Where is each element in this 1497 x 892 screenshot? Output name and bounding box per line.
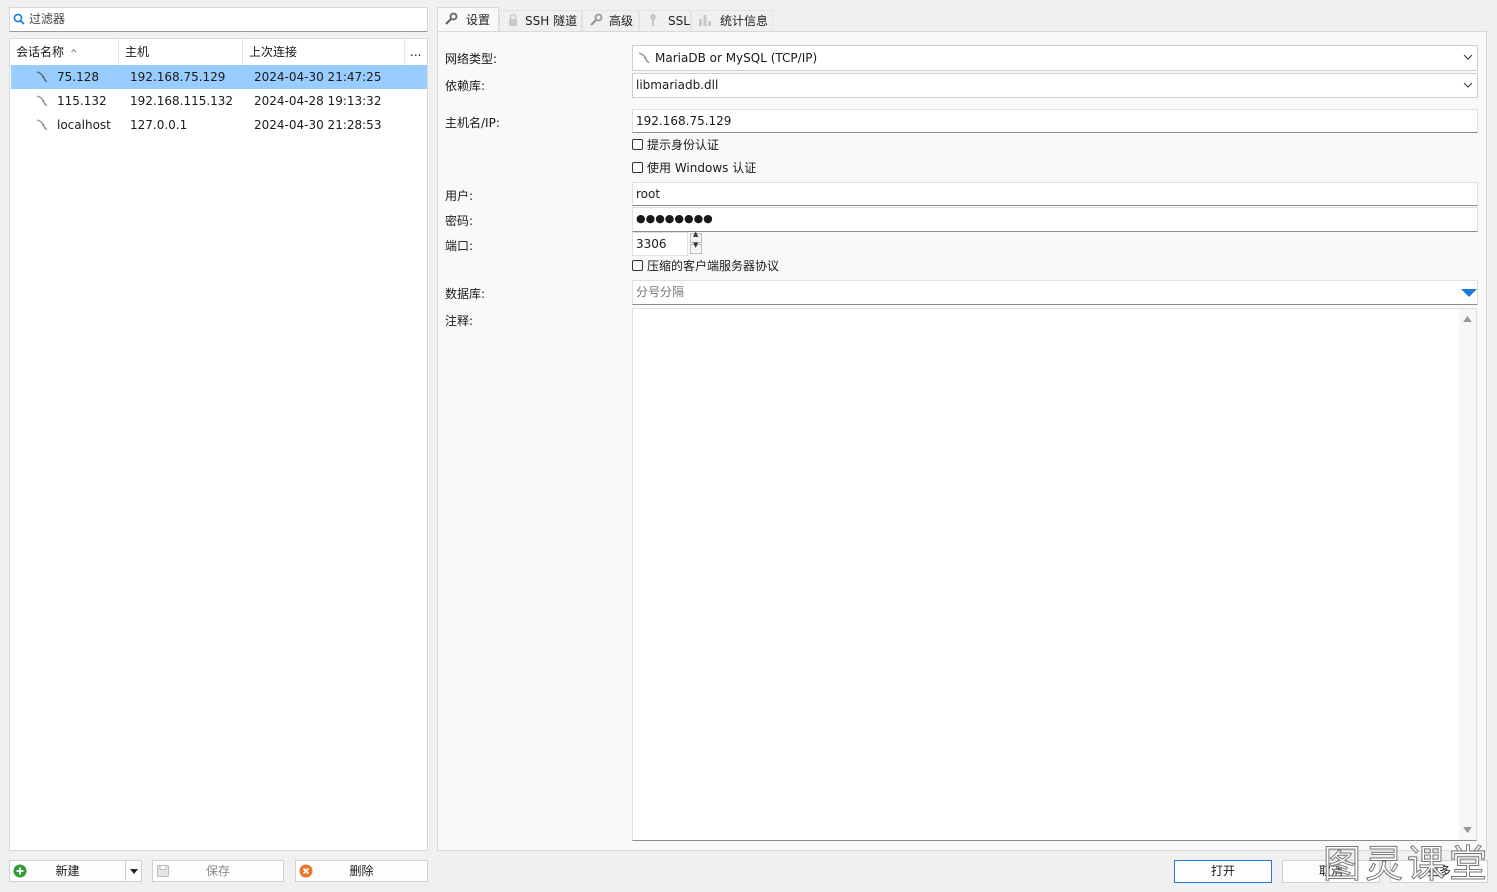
search-icon	[13, 13, 25, 25]
tab-label: SSL	[668, 14, 690, 28]
notes-textarea[interactable]	[632, 308, 1477, 841]
list-header: 会话名称 ^ 主机 上次连接 ...	[10, 39, 427, 66]
open-button[interactable]: 打开	[1174, 860, 1272, 883]
column-header-session-name[interactable]: 会话名称 ^	[10, 39, 119, 65]
watermark: 图灵课堂	[1322, 842, 1491, 887]
database-label: 数据库:	[445, 287, 486, 301]
checkbox-box[interactable]	[632, 260, 643, 271]
user-label: 用户:	[445, 189, 474, 203]
add-icon	[13, 864, 27, 878]
library-select[interactable]: libmariadb.dll	[632, 73, 1478, 98]
save-button-label: 保存	[205, 864, 230, 878]
checkbox-box[interactable]	[632, 162, 643, 173]
session-row[interactable]: localhost 127.0.0.1 2024-04-30 21:28:53	[11, 113, 427, 137]
new-session-button[interactable]: 新建	[9, 860, 126, 882]
filter-box[interactable]	[9, 7, 428, 32]
new-button-label: 新建	[55, 864, 80, 878]
session-last-connected: 2024-04-30 21:47:25	[254, 70, 382, 84]
settings-panel: 网络类型: MariaDB or MySQL (TCP/IP) 依赖库: lib…	[437, 31, 1487, 851]
port-decrement-button[interactable]: ▼	[690, 241, 702, 254]
notes-scrollbar[interactable]	[1459, 309, 1476, 840]
mysql-dolphin-icon	[638, 52, 650, 64]
password-label: 密码:	[445, 214, 474, 228]
chevron-down-icon	[1463, 54, 1473, 60]
host-input[interactable]: 192.168.75.129	[632, 109, 1478, 133]
arrow-up-icon: ▲	[693, 230, 699, 238]
new-session-dropdown[interactable]	[125, 860, 142, 882]
column-chooser-button[interactable]: ...	[405, 39, 427, 65]
network-type-select[interactable]: MariaDB or MySQL (TCP/IP)	[632, 45, 1478, 71]
lock-icon	[509, 13, 517, 26]
delete-session-button[interactable]: 删除	[295, 860, 428, 882]
open-button-label: 打开	[1210, 864, 1235, 878]
user-value: root	[636, 187, 661, 201]
tab-label: 高级	[609, 14, 634, 28]
password-value: ●●●●●●●●	[636, 212, 713, 225]
sort-ascending-icon: ^	[70, 49, 78, 59]
session-name: localhost	[57, 118, 111, 132]
host-label: 主机名/IP:	[445, 116, 500, 130]
key-icon	[650, 14, 656, 26]
notes-label: 注释:	[445, 314, 474, 328]
password-input[interactable]: ●●●●●●●●	[632, 207, 1478, 232]
session-host: 192.168.115.132	[130, 94, 234, 108]
checkbox-box[interactable]	[632, 139, 643, 150]
session-row[interactable]: 75.128 192.168.75.129 2024-04-30 21:47:2…	[11, 65, 427, 89]
library-value: libmariadb.dll	[636, 78, 719, 92]
session-row[interactable]: 115.132 192.168.115.132 2024-04-28 19:13…	[11, 89, 427, 113]
tab-label: 设置	[466, 13, 491, 27]
tab-advanced[interactable]: 高级	[582, 10, 639, 31]
session-host: 127.0.0.1	[130, 118, 188, 132]
bar-chart-icon	[699, 15, 711, 26]
save-disk-icon	[157, 865, 169, 877]
compress-protocol-label: 压缩的客户端服务器协议	[647, 259, 780, 273]
chevron-down-icon	[1463, 82, 1473, 88]
chevron-down-icon[interactable]	[1461, 288, 1477, 298]
session-host: 192.168.75.129	[130, 70, 226, 84]
mysql-dolphin-icon	[36, 95, 48, 107]
tab-ssh-tunnel[interactable]: SSH 隧道	[499, 10, 582, 31]
port-label: 端口:	[445, 239, 474, 253]
delete-button-label: 删除	[349, 864, 374, 878]
arrow-down-icon: ▼	[693, 241, 699, 249]
scroll-up-arrow-icon[interactable]	[1463, 315, 1472, 322]
column-header-last-connected[interactable]: 上次连接	[243, 39, 405, 65]
column-label: 主机	[125, 45, 150, 59]
network-type-label: 网络类型:	[445, 52, 498, 66]
session-list[interactable]: 会话名称 ^ 主机 上次连接 ... 75.128 192.168.75.129 …	[9, 38, 428, 851]
save-session-button[interactable]: 保存	[152, 860, 284, 882]
delete-icon	[299, 864, 313, 878]
network-type-value: MariaDB or MySQL (TCP/IP)	[655, 51, 818, 65]
database-placeholder: 分号分隔	[636, 285, 685, 299]
port-value: 3306	[636, 237, 667, 251]
library-label: 依赖库:	[445, 79, 486, 93]
mysql-dolphin-icon	[36, 119, 48, 131]
mysql-dolphin-icon	[36, 71, 48, 83]
session-last-connected: 2024-04-30 21:28:53	[254, 118, 382, 132]
wrench-icon	[445, 12, 458, 25]
tab-ssl[interactable]: SSL	[639, 10, 691, 31]
session-name: 115.132	[57, 94, 107, 108]
column-header-host[interactable]: 主机	[119, 39, 243, 65]
filter-input[interactable]	[29, 10, 419, 28]
user-input[interactable]: root	[632, 182, 1478, 206]
port-input[interactable]: 3306	[632, 232, 688, 256]
database-input[interactable]: 分号分隔	[632, 280, 1478, 305]
prompt-auth-label: 提示身份认证	[647, 138, 720, 152]
session-name: 75.128	[57, 70, 99, 84]
host-value: 192.168.75.129	[636, 114, 732, 128]
tab-statistics[interactable]: 统计信息	[691, 10, 773, 31]
wrench-icon	[590, 13, 603, 26]
column-chooser-label: ...	[410, 45, 422, 59]
session-last-connected: 2024-04-28 19:13:32	[254, 94, 382, 108]
windows-auth-label: 使用 Windows 认证	[647, 161, 757, 175]
tab-label: SSH 隧道	[525, 14, 578, 28]
column-label: 上次连接	[249, 45, 298, 59]
tab-label: 统计信息	[720, 14, 769, 28]
tab-settings[interactable]: 设置	[437, 7, 499, 32]
dropdown-arrow-icon	[130, 869, 138, 874]
column-label: 会话名称	[16, 45, 65, 59]
